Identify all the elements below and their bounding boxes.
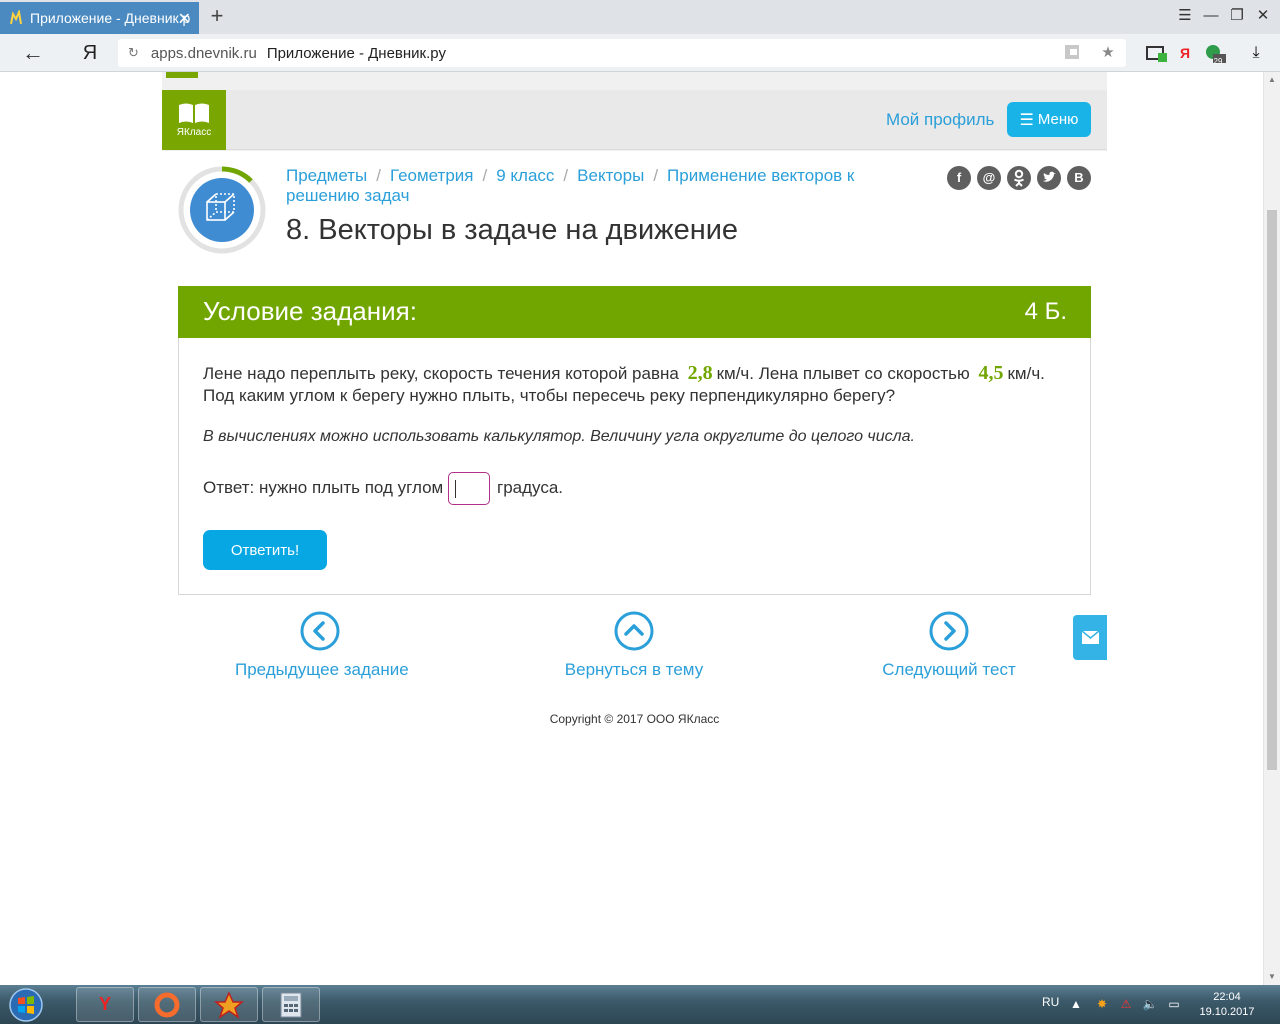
system-clock[interactable]: 22:04 19.10.2017 bbox=[1194, 990, 1260, 1020]
back-button[interactable]: ← bbox=[20, 40, 46, 66]
envelope-icon bbox=[1081, 630, 1100, 644]
next-arrow-icon[interactable] bbox=[929, 611, 969, 651]
reload-icon[interactable]: ↻ bbox=[128, 45, 139, 61]
breadcrumb-vectors[interactable]: Векторы bbox=[577, 166, 644, 185]
previous-task-link[interactable]: Предыдущее задание bbox=[235, 660, 409, 680]
tab-close-icon[interactable]: ✕ bbox=[178, 9, 191, 29]
my-profile-link[interactable]: Мой профиль bbox=[886, 110, 994, 130]
up-arrow-icon[interactable] bbox=[614, 611, 654, 651]
copyright: Copyright © 2017 ООО ЯКласс bbox=[549, 712, 720, 726]
logo-text: ЯКласс bbox=[176, 127, 212, 138]
mail-ru-icon[interactable]: @ bbox=[977, 166, 1001, 190]
angle-answer-input[interactable] bbox=[448, 472, 490, 505]
yaklass-logo[interactable]: ЯКласс bbox=[162, 90, 226, 150]
submit-answer-button[interactable]: Ответить! bbox=[203, 530, 327, 570]
hamburger-icon: ☰ bbox=[1019, 111, 1034, 129]
download-icon[interactable]: ⤓ bbox=[1245, 43, 1267, 63]
extension-tabs-icon[interactable] bbox=[1146, 43, 1168, 63]
address-domain: apps.dnevnik.ru bbox=[150, 44, 257, 62]
browser-tab-title: Приложение - Дневник.р bbox=[30, 10, 191, 26]
task-points: 4 Б. bbox=[1024, 298, 1067, 325]
bookmark-star-icon[interactable]: ★ bbox=[1098, 43, 1118, 63]
yandex-extension-icon[interactable]: Я bbox=[1174, 43, 1196, 63]
windows-taskbar: Y RU ▲ ✸ ⚠ 🔈 ▭ 22:04 19.10.2017 bbox=[0, 985, 1280, 1024]
text-caret bbox=[455, 480, 456, 498]
tray-action-center-icon[interactable]: ▭ bbox=[1166, 996, 1182, 1012]
feedback-mail-button[interactable] bbox=[1073, 615, 1107, 660]
browser-tab-active[interactable]: Приложение - Дневник.р ✕ bbox=[0, 2, 199, 34]
tray-volume-icon[interactable]: 🔈 bbox=[1142, 996, 1158, 1012]
new-tab-button[interactable]: + bbox=[206, 4, 228, 28]
breadcrumb-separator: / bbox=[482, 166, 488, 185]
extension-badge-count: 29 bbox=[1213, 57, 1223, 66]
task-statement: Лене надо переплыть реку, скорость течен… bbox=[203, 362, 1073, 407]
app-star-icon bbox=[214, 990, 244, 1019]
task-text-part2: км/ч. Лена плывет со скоростью bbox=[716, 364, 970, 383]
taskbar-origin[interactable] bbox=[138, 987, 196, 1022]
page-scrollbar[interactable]: ▲ ▼ bbox=[1263, 72, 1280, 985]
current-speed-value: 2,8 bbox=[687, 362, 713, 384]
yandex-browser-icon: Y bbox=[98, 994, 111, 1014]
answer-suffix: градуса. bbox=[497, 478, 564, 497]
task-hint: В вычислениях можно использовать калькул… bbox=[203, 428, 915, 445]
task-header: Условие задания: 4 Б. bbox=[178, 286, 1091, 338]
twitter-icon[interactable] bbox=[1037, 166, 1061, 190]
answer-prefix: Ответ: нужно плыть под углом bbox=[203, 478, 444, 497]
close-icon[interactable]: ✕ bbox=[1250, 4, 1276, 28]
clock-date: 19.10.2017 bbox=[1199, 1006, 1255, 1018]
topic-progress-cube-icon bbox=[178, 166, 266, 254]
browser-tab-bar: Приложение - Дневник.р ✕ + ☰ — ❐ ✕ bbox=[0, 0, 1280, 34]
vkontakte-icon[interactable]: В bbox=[1067, 166, 1091, 190]
menu-icon[interactable]: ☰ bbox=[1172, 4, 1198, 28]
windows-start-icon[interactable] bbox=[4, 986, 48, 1024]
menu-button-label: Меню bbox=[1037, 111, 1079, 128]
address-page-title: Приложение - Дневник.ру bbox=[266, 44, 446, 62]
task-text-part1: Лене надо переплыть реку, скорость течен… bbox=[203, 364, 679, 383]
previous-arrow-icon[interactable] bbox=[300, 611, 340, 651]
language-indicator[interactable]: RU bbox=[1042, 995, 1059, 1009]
swim-speed-value: 4,5 bbox=[978, 362, 1004, 384]
breadcrumb-separator: / bbox=[563, 166, 569, 185]
minimize-icon[interactable]: — bbox=[1198, 4, 1224, 28]
menu-button[interactable]: ☰ Меню bbox=[1007, 102, 1091, 137]
breadcrumb-separator: / bbox=[376, 166, 381, 185]
scrollbar-thumb[interactable] bbox=[1267, 210, 1277, 770]
breadcrumb-separator: / bbox=[653, 166, 659, 185]
scroll-down-icon[interactable]: ▼ bbox=[1264, 969, 1280, 985]
tray-expand-icon[interactable]: ▲ bbox=[1068, 996, 1084, 1012]
breadcrumb-subjects[interactable]: Предметы bbox=[286, 166, 367, 185]
breadcrumb-grade[interactable]: 9 класс bbox=[496, 166, 554, 185]
breadcrumb-geometry[interactable]: Геометрия bbox=[390, 166, 474, 185]
page-title: 8. Векторы в задаче на движение bbox=[286, 214, 739, 246]
tray-network-icon[interactable]: ⚠ bbox=[1118, 996, 1134, 1012]
facebook-icon[interactable]: f bbox=[947, 166, 971, 190]
scroll-up-icon[interactable]: ▲ bbox=[1264, 72, 1280, 88]
dnevnik-favicon-icon bbox=[10, 10, 22, 25]
taskbar-app-3[interactable] bbox=[200, 987, 258, 1022]
taskbar-yandex-browser[interactable]: Y bbox=[76, 987, 134, 1022]
book-icon bbox=[179, 103, 209, 123]
address-bar[interactable]: ↻ apps.dnevnik.ru Приложение - Дневник.р… bbox=[118, 39, 1126, 67]
logo-peek bbox=[166, 72, 198, 78]
browser-nav-bar: ← Я ↻ apps.dnevnik.ru Приложение - Дневн… bbox=[0, 34, 1280, 72]
clock-time: 22:04 bbox=[1213, 991, 1241, 1003]
breadcrumb-vector-applications[interactable]: Применение векторов к решению задач bbox=[286, 166, 854, 205]
odnoklassniki-icon[interactable] bbox=[1007, 166, 1031, 190]
taskbar-calculator[interactable] bbox=[262, 987, 320, 1022]
next-test-link[interactable]: Следующий тест bbox=[882, 660, 1016, 680]
protect-icon[interactable] bbox=[1062, 43, 1082, 63]
breadcrumb: Предметы / Геометрия / 9 класс / Векторы / Приме… bbox=[286, 166, 906, 206]
tray-app-icon[interactable]: ✸ bbox=[1094, 996, 1110, 1012]
yandex-home-button[interactable]: Я bbox=[80, 40, 100, 66]
origin-icon bbox=[154, 992, 180, 1017]
restore-icon[interactable]: ❐ bbox=[1224, 4, 1250, 28]
calculator-icon bbox=[280, 992, 302, 1017]
back-to-topic-link[interactable]: Вернуться в тему bbox=[564, 660, 704, 680]
task-header-title: Условие задания: bbox=[203, 296, 417, 326]
